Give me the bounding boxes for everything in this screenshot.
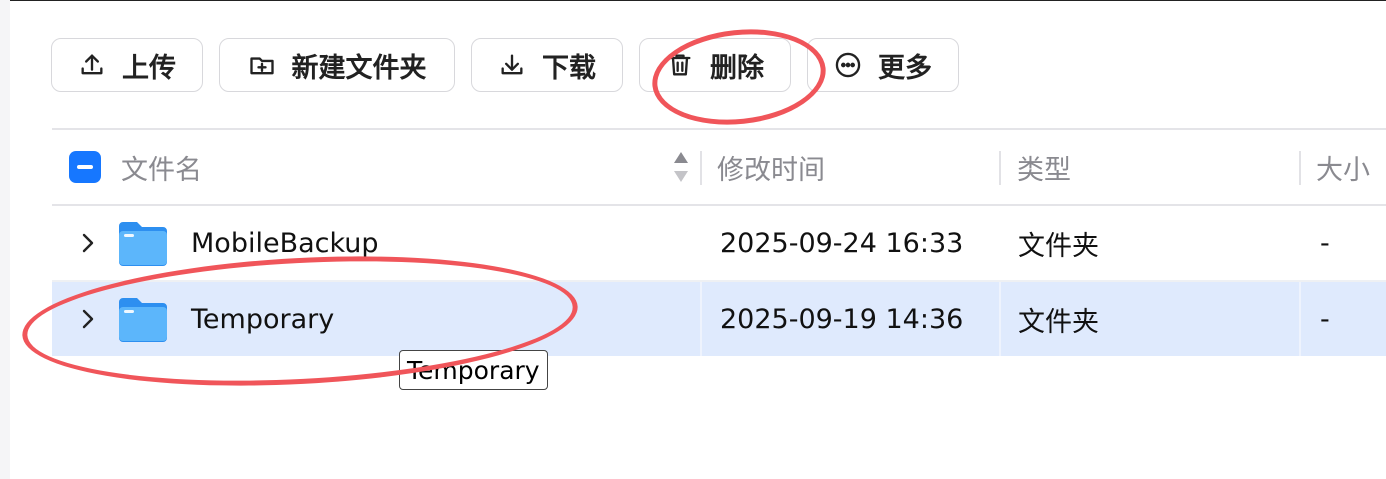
new-folder-label: 新建文件夹: [291, 52, 427, 84]
upload-label: 上传: [122, 52, 176, 84]
column-divider[interactable]: [1299, 151, 1301, 185]
select-all-checkbox[interactable]: [69, 151, 101, 183]
header-type[interactable]: 类型: [1017, 130, 1071, 204]
chevron-right-icon[interactable]: [78, 307, 98, 331]
folder-plus-icon: [248, 51, 276, 79]
cell-divider: [700, 206, 702, 280]
upload-icon: [78, 51, 106, 79]
filename-tooltip: Temporary: [399, 350, 548, 390]
download-button[interactable]: 下载: [471, 38, 623, 92]
file-modified: 2025-09-19 14:36: [720, 303, 964, 335]
file-type: 文件夹: [1018, 230, 1099, 262]
cell-divider: [1299, 206, 1301, 280]
table-row-selected[interactable]: Temporary 2025-09-19 14:36 文件夹 -: [52, 282, 1386, 356]
folder-icon: [119, 298, 167, 342]
more-label: 更多: [878, 52, 932, 84]
header-modified[interactable]: 修改时间: [717, 130, 825, 204]
file-name[interactable]: Temporary: [191, 282, 334, 356]
header-size[interactable]: 大小: [1316, 130, 1370, 204]
sort-icon[interactable]: [673, 150, 689, 184]
indeterminate-icon: [77, 165, 93, 169]
chevron-right-icon[interactable]: [78, 231, 98, 255]
new-folder-button[interactable]: 新建文件夹: [219, 38, 455, 92]
file-name[interactable]: MobileBackup: [191, 206, 379, 280]
table-header: 文件名 修改时间 类型 大小: [52, 130, 1386, 204]
download-label: 下载: [542, 52, 596, 84]
table-row[interactable]: MobileBackup 2025-09-24 16:33 文件夹 -: [52, 206, 1386, 280]
download-icon: [498, 51, 526, 79]
more-button[interactable]: 更多: [807, 38, 959, 92]
cell-divider: [700, 282, 702, 356]
delete-label: 删除: [710, 52, 764, 84]
column-divider[interactable]: [999, 151, 1001, 185]
cell-divider: [1299, 282, 1301, 356]
file-modified: 2025-09-24 16:33: [720, 227, 964, 259]
cell-divider: [999, 282, 1001, 356]
more-circle-icon: [834, 51, 862, 79]
header-name[interactable]: 文件名: [121, 130, 202, 204]
folder-icon: [119, 222, 167, 266]
file-size: -: [1320, 303, 1330, 335]
file-manager-panel: 上传 新建文件夹 下载 删除 更多 文件名 修改时间 类型 大小 MobileB…: [10, 0, 1386, 479]
cell-divider: [999, 206, 1001, 280]
trash-icon: [666, 51, 694, 79]
file-type: 文件夹: [1018, 306, 1099, 338]
column-divider[interactable]: [700, 151, 702, 185]
upload-button[interactable]: 上传: [51, 38, 203, 92]
delete-button[interactable]: 删除: [639, 38, 791, 92]
file-size: -: [1320, 227, 1330, 259]
